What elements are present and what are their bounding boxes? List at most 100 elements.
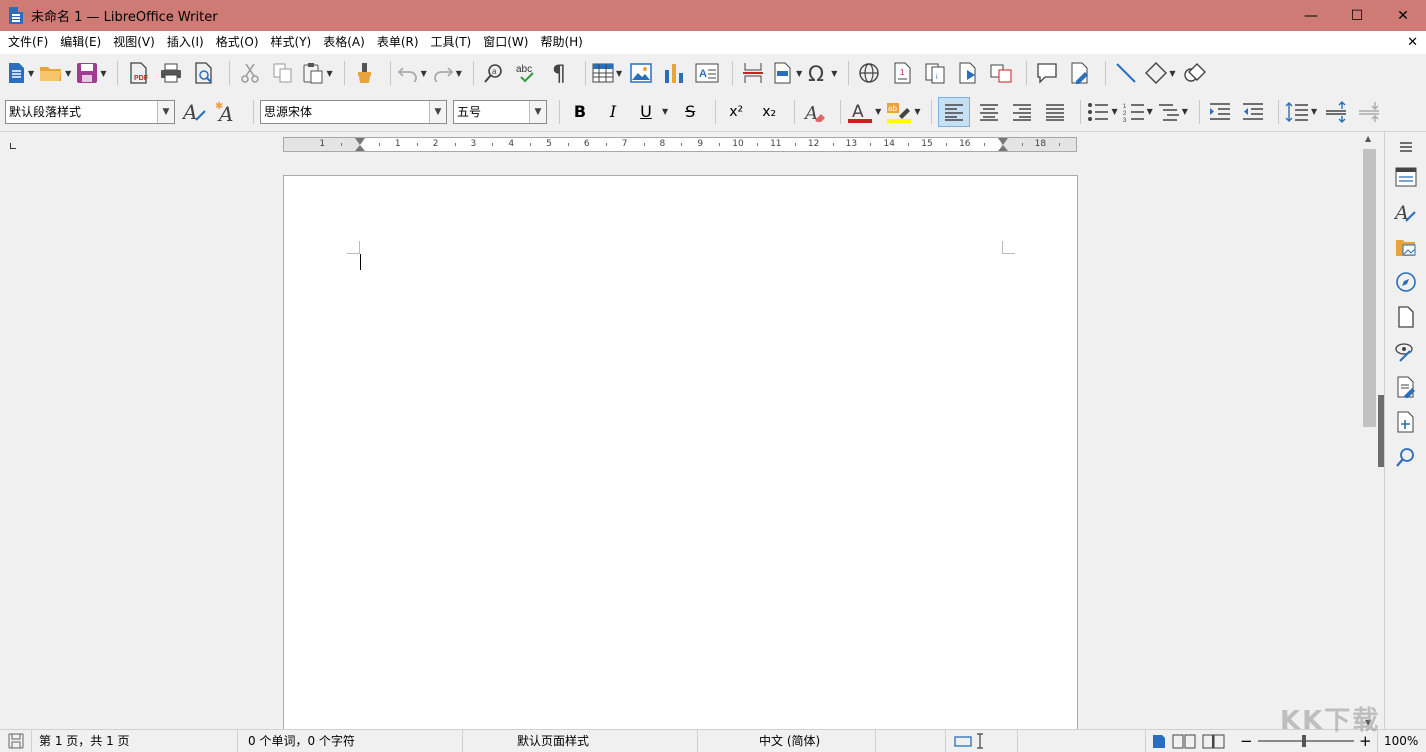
- zoom-level-status[interactable]: 100%: [1377, 730, 1426, 752]
- insert-endnote-button[interactable]: i: [921, 58, 949, 88]
- insert-image-button[interactable]: [627, 58, 655, 88]
- selection-mode-status[interactable]: [946, 730, 1018, 752]
- align-right-button[interactable]: [1008, 97, 1036, 127]
- clone-formatting-button[interactable]: [351, 58, 379, 88]
- maximize-button[interactable]: ☐: [1334, 0, 1380, 31]
- subscript-button[interactable]: x₂: [755, 104, 783, 120]
- undo-button[interactable]: ▼: [397, 58, 427, 88]
- close-button[interactable]: ✕: [1380, 0, 1426, 31]
- book-view-icon[interactable]: [1202, 734, 1226, 749]
- paragraph-style-combo[interactable]: 默认段落样式 ▼: [5, 99, 175, 124]
- insert-hyperlink-button[interactable]: [855, 58, 883, 88]
- insert-footnote-button[interactable]: 1: [888, 58, 916, 88]
- ordered-list-button[interactable]: 1 2 3 ▼: [1123, 97, 1153, 127]
- highlighting-color-button[interactable]: ab ▼: [886, 97, 920, 127]
- document-modified-status[interactable]: [0, 730, 32, 752]
- sidebar-design-button[interactable]: [1393, 409, 1419, 435]
- font-name-combo[interactable]: 思源宋体 ▼: [260, 99, 447, 124]
- left-indent-marker-bottom[interactable]: [355, 145, 365, 151]
- insert-table-button[interactable]: ▼: [592, 58, 622, 88]
- save-button[interactable]: ▼: [76, 58, 106, 88]
- menu-window[interactable]: 窗口(W): [477, 31, 534, 54]
- menu-edit[interactable]: 编辑(E): [54, 31, 107, 54]
- menu-tools[interactable]: 工具(T): [425, 31, 478, 54]
- insert-cross-reference-button[interactable]: [987, 58, 1015, 88]
- find-replace-button[interactable]: a: [480, 58, 508, 88]
- draw-functions-button[interactable]: [1181, 58, 1209, 88]
- outline-list-button[interactable]: ▼: [1158, 97, 1188, 127]
- spelling-button[interactable]: abc: [513, 58, 541, 88]
- insert-bookmark-button[interactable]: [954, 58, 982, 88]
- print-preview-button[interactable]: [190, 58, 218, 88]
- new-style-button[interactable]: A ✱: [214, 97, 242, 127]
- zoom-out-button[interactable]: −: [1240, 730, 1253, 752]
- update-style-button[interactable]: A: [181, 97, 209, 127]
- language-status[interactable]: 中文 (简体): [698, 730, 876, 752]
- new-document-button[interactable]: ▼: [6, 58, 34, 88]
- sidebar-properties-button[interactable]: [1393, 164, 1419, 190]
- vertical-scrollbar[interactable]: ▲ ▼: [1362, 132, 1378, 729]
- document-page[interactable]: [283, 175, 1078, 729]
- sidebar-menu-button[interactable]: [1393, 134, 1419, 160]
- bold-button[interactable]: B: [566, 102, 594, 121]
- scroll-up-icon[interactable]: ▲: [1365, 134, 1371, 143]
- unordered-list-button[interactable]: ▼: [1087, 97, 1118, 127]
- zoom-slider[interactable]: [1258, 740, 1354, 742]
- align-center-button[interactable]: [975, 97, 1003, 127]
- right-indent-marker-bottom[interactable]: [998, 145, 1008, 151]
- right-indent-marker[interactable]: [998, 138, 1008, 145]
- font-size-combo[interactable]: 五号 ▼: [453, 99, 547, 124]
- font-color-button[interactable]: A ▼: [847, 97, 881, 127]
- scrollbar-thumb[interactable]: [1363, 149, 1376, 427]
- formatting-marks-button[interactable]: ¶: [546, 58, 574, 88]
- export-pdf-button[interactable]: PDF: [124, 58, 152, 88]
- word-count-status[interactable]: 0 个单词，0 个字符: [238, 730, 463, 752]
- insert-textbox-button[interactable]: A: [693, 58, 721, 88]
- sidebar-styles-button[interactable]: A: [1393, 199, 1419, 225]
- strikethrough-button[interactable]: S: [676, 102, 704, 121]
- increase-indent-button[interactable]: [1206, 97, 1234, 127]
- insert-page-break-button[interactable]: [739, 58, 767, 88]
- page-style-status[interactable]: 默认页面样式: [463, 730, 698, 752]
- menu-file[interactable]: 文件(F): [2, 31, 54, 54]
- multi-page-view-icon[interactable]: [1172, 734, 1196, 749]
- insert-special-character-button[interactable]: Ω ▼: [807, 58, 837, 88]
- clear-formatting-button[interactable]: A: [801, 97, 829, 127]
- insert-line-button[interactable]: [1112, 58, 1140, 88]
- menu-view[interactable]: 视图(V): [107, 31, 161, 54]
- paste-button[interactable]: ▼: [302, 58, 333, 88]
- chevron-down-icon[interactable]: ▼: [529, 100, 546, 123]
- menu-insert[interactable]: 插入(I): [161, 31, 210, 54]
- menu-form[interactable]: 表单(R): [371, 31, 425, 54]
- sidebar-style-inspector-button[interactable]: [1393, 339, 1419, 365]
- menu-styles[interactable]: 样式(Y): [265, 31, 318, 54]
- basic-shapes-button[interactable]: ▼: [1145, 58, 1176, 88]
- close-document-icon[interactable]: ✕: [1407, 31, 1418, 54]
- print-button[interactable]: [157, 58, 185, 88]
- sidebar-navigator-button[interactable]: [1393, 269, 1419, 295]
- copy-button[interactable]: [269, 58, 297, 88]
- menu-format[interactable]: 格式(O): [210, 31, 265, 54]
- horizontal-ruler[interactable]: 1 1 2 3 4 5 6 7 8 9 10 11 12 13 14 15 16 18: [283, 137, 1077, 152]
- sidebar-page-button[interactable]: [1393, 304, 1419, 330]
- insert-comment-button[interactable]: [1033, 58, 1061, 88]
- sidebar-manage-changes-button[interactable]: [1393, 374, 1419, 400]
- single-page-view-icon[interactable]: [1152, 734, 1166, 749]
- insert-field-button[interactable]: ▼: [772, 58, 802, 88]
- underline-button[interactable]: U: [632, 102, 660, 121]
- chevron-down-icon[interactable]: ▼: [429, 100, 446, 123]
- chevron-down-icon[interactable]: ▼: [157, 100, 174, 123]
- insert-chart-button[interactable]: [660, 58, 688, 88]
- italic-button[interactable]: I: [599, 102, 627, 121]
- minimize-button[interactable]: —: [1288, 0, 1334, 31]
- cut-button[interactable]: [236, 58, 264, 88]
- align-left-button[interactable]: [938, 96, 971, 127]
- decrease-paragraph-spacing-button[interactable]: [1355, 97, 1383, 127]
- open-button[interactable]: ▼: [39, 58, 71, 88]
- page-count-status[interactable]: 第 1 页，共 1 页: [32, 730, 238, 752]
- justify-button[interactable]: [1041, 97, 1069, 127]
- sidebar-gallery-button[interactable]: [1393, 234, 1419, 260]
- redo-button[interactable]: ▼: [432, 58, 462, 88]
- left-indent-marker[interactable]: [355, 138, 365, 145]
- increase-paragraph-spacing-button[interactable]: [1322, 97, 1350, 127]
